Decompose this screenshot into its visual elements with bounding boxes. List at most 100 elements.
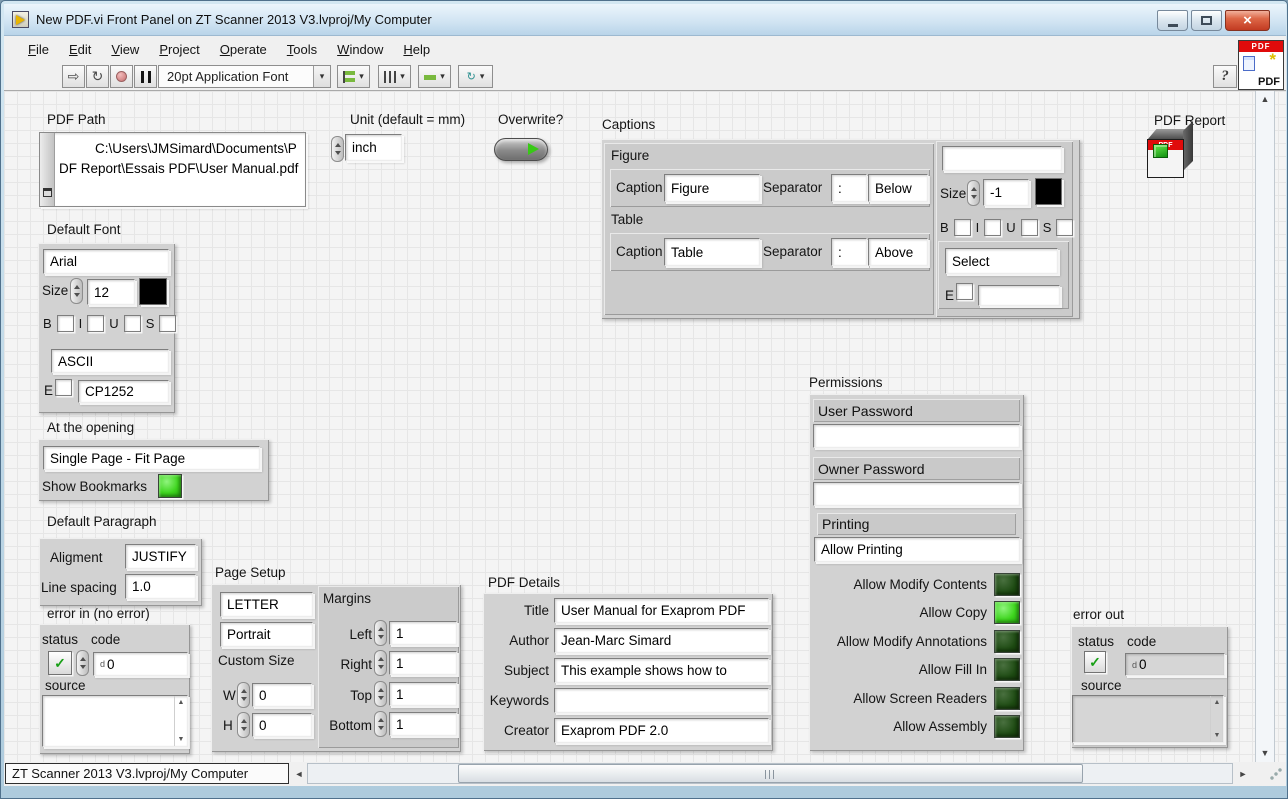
default-font-encoding-ring[interactable]: ASCII bbox=[51, 349, 169, 373]
margin-top-field[interactable]: 1 bbox=[389, 682, 457, 706]
minimize-button[interactable] bbox=[1157, 10, 1188, 31]
run-button[interactable]: ⇨ bbox=[62, 65, 85, 88]
menu-project[interactable]: Project bbox=[149, 38, 209, 61]
italic-checkbox[interactable] bbox=[87, 315, 104, 332]
captions-font-size-spinner[interactable] bbox=[967, 180, 980, 206]
custom-width-spinner[interactable] bbox=[237, 682, 250, 708]
captions-font-color-box[interactable] bbox=[1035, 178, 1062, 205]
margin-right-spinner[interactable] bbox=[374, 650, 387, 676]
margin-bottom-field[interactable]: 1 bbox=[389, 712, 457, 736]
alignment-ring[interactable]: JUSTIFY bbox=[125, 544, 196, 569]
allow-copy-led[interactable] bbox=[994, 601, 1020, 624]
user-password-field[interactable] bbox=[813, 424, 1020, 448]
overwrite-toggle[interactable] bbox=[494, 138, 548, 161]
align-objects-button[interactable]: ▾ bbox=[337, 65, 370, 88]
table-separator-field[interactable]: : bbox=[831, 238, 867, 266]
captions-e-checkbox[interactable] bbox=[956, 283, 973, 300]
italic-checkbox[interactable] bbox=[984, 219, 1001, 236]
menu-operate[interactable]: Operate bbox=[210, 38, 277, 61]
subject-field[interactable]: This example shows how to bbox=[554, 658, 769, 683]
allow-modify-annotations-led[interactable] bbox=[994, 630, 1020, 653]
captions-font-name-field[interactable] bbox=[942, 146, 1062, 171]
scroll-left-icon[interactable]: ◄ bbox=[292, 765, 306, 783]
menu-view[interactable]: View bbox=[101, 38, 149, 61]
custom-height-field[interactable]: 0 bbox=[252, 713, 312, 737]
unit-spinner[interactable] bbox=[331, 136, 344, 162]
table-caption-field[interactable]: Table bbox=[664, 238, 760, 266]
captions-e-field[interactable] bbox=[978, 285, 1060, 306]
figure-position-ring[interactable]: Below bbox=[868, 174, 928, 202]
menu-edit[interactable]: Edit bbox=[59, 38, 101, 61]
font-selector[interactable]: 20pt Application Font ▾ bbox=[158, 65, 331, 88]
execution-target-box[interactable]: ZT Scanner 2013 V3.lvproj/My Computer bbox=[5, 763, 289, 784]
default-font-codepage-field[interactable]: CP1252 bbox=[78, 380, 169, 403]
margin-bottom-spinner[interactable] bbox=[374, 711, 387, 737]
captions-font-size-field[interactable]: -1 bbox=[983, 179, 1029, 206]
table-position-ring[interactable]: Above bbox=[868, 238, 928, 266]
mini-scrollbar[interactable]: ▲▼ bbox=[174, 696, 187, 746]
maximize-button[interactable] bbox=[1191, 10, 1222, 31]
orientation-ring[interactable]: Portrait bbox=[220, 622, 313, 647]
mini-scrollbar[interactable]: ▲▼ bbox=[1210, 696, 1223, 742]
allow-assembly-led[interactable] bbox=[994, 715, 1020, 738]
horizontal-scrollbar-thumb[interactable] bbox=[458, 764, 1083, 783]
figure-separator-field[interactable]: : bbox=[831, 174, 867, 202]
menu-tools[interactable]: Tools bbox=[277, 38, 327, 61]
vertical-scrollbar[interactable]: ▲ ▼ bbox=[1255, 91, 1275, 762]
custom-width-field[interactable]: 0 bbox=[252, 683, 312, 707]
scroll-right-icon[interactable]: ► bbox=[1236, 765, 1250, 783]
error-in-code-spinner[interactable] bbox=[76, 650, 89, 676]
default-font-e-checkbox[interactable] bbox=[55, 379, 72, 396]
scroll-up-icon[interactable]: ▲ bbox=[1256, 94, 1274, 104]
abort-button[interactable] bbox=[110, 65, 133, 88]
default-font-size-spinner[interactable] bbox=[70, 278, 83, 304]
allow-modify-contents-led[interactable] bbox=[994, 573, 1020, 596]
author-field[interactable]: Jean-Marc Simard bbox=[554, 628, 769, 653]
paper-size-ring[interactable]: LETTER bbox=[220, 592, 313, 617]
keywords-field[interactable] bbox=[554, 688, 769, 713]
default-font-color-box[interactable] bbox=[139, 278, 167, 305]
vi-icon-editor[interactable]: PDF * PDF bbox=[1238, 40, 1284, 90]
underline-checkbox[interactable] bbox=[1021, 219, 1038, 236]
pause-button[interactable] bbox=[134, 65, 157, 88]
strike-checkbox[interactable] bbox=[1056, 219, 1073, 236]
menu-file[interactable]: File bbox=[18, 38, 59, 61]
error-in-status-button[interactable]: ✓ bbox=[48, 651, 72, 675]
resize-objects-button[interactable]: ▾ bbox=[418, 65, 451, 88]
menu-help[interactable]: Help bbox=[393, 38, 440, 61]
close-button[interactable]: × bbox=[1225, 10, 1270, 31]
help-button[interactable]: ? bbox=[1213, 65, 1237, 88]
resize-grip-icon[interactable] bbox=[1270, 768, 1282, 780]
bold-checkbox[interactable] bbox=[57, 315, 74, 332]
error-in-code-field[interactable]: d0 bbox=[93, 652, 188, 676]
show-bookmarks-led[interactable] bbox=[158, 474, 182, 498]
owner-password-field[interactable] bbox=[813, 482, 1020, 506]
captions-select-ring[interactable]: Select bbox=[945, 248, 1058, 274]
underline-checkbox[interactable] bbox=[124, 315, 141, 332]
margin-left-field[interactable]: 1 bbox=[389, 621, 457, 645]
margin-top-spinner[interactable] bbox=[374, 681, 387, 707]
scroll-down-icon[interactable]: ▼ bbox=[1256, 748, 1274, 758]
unit-ring[interactable]: inch bbox=[345, 134, 402, 161]
line-spacing-field[interactable]: 1.0 bbox=[125, 574, 196, 599]
horizontal-scrollbar[interactable] bbox=[307, 763, 1233, 784]
at-opening-view-ring[interactable]: Single Page - Fit Page bbox=[43, 446, 260, 470]
strike-checkbox[interactable] bbox=[159, 315, 176, 332]
pdf-path-control[interactable]: C:\Users\JMSimard\Documents\PDF Report\E… bbox=[39, 132, 306, 207]
printing-ring[interactable]: Allow Printing bbox=[814, 537, 1020, 562]
custom-height-spinner[interactable] bbox=[237, 712, 250, 738]
error-in-source-field[interactable]: ▲▼ bbox=[42, 695, 188, 747]
menu-window[interactable]: Window bbox=[327, 38, 393, 61]
margin-left-spinner[interactable] bbox=[374, 620, 387, 646]
margin-right-field[interactable]: 1 bbox=[389, 651, 457, 675]
figure-caption-field[interactable]: Figure bbox=[664, 174, 760, 202]
allow-screen-readers-led[interactable] bbox=[994, 687, 1020, 710]
run-continuous-button[interactable]: ↻ bbox=[86, 65, 109, 88]
reorder-button[interactable]: ↻▾ bbox=[458, 65, 493, 88]
allow-fill-in-led[interactable] bbox=[994, 658, 1020, 681]
distribute-objects-button[interactable]: ▾ bbox=[378, 65, 411, 88]
creator-field[interactable]: Exaprom PDF 2.0 bbox=[554, 718, 769, 743]
default-font-name-field[interactable]: Arial bbox=[43, 249, 169, 274]
title-field[interactable]: User Manual for Exaprom PDF bbox=[554, 598, 769, 623]
default-font-size-field[interactable]: 12 bbox=[87, 279, 135, 305]
